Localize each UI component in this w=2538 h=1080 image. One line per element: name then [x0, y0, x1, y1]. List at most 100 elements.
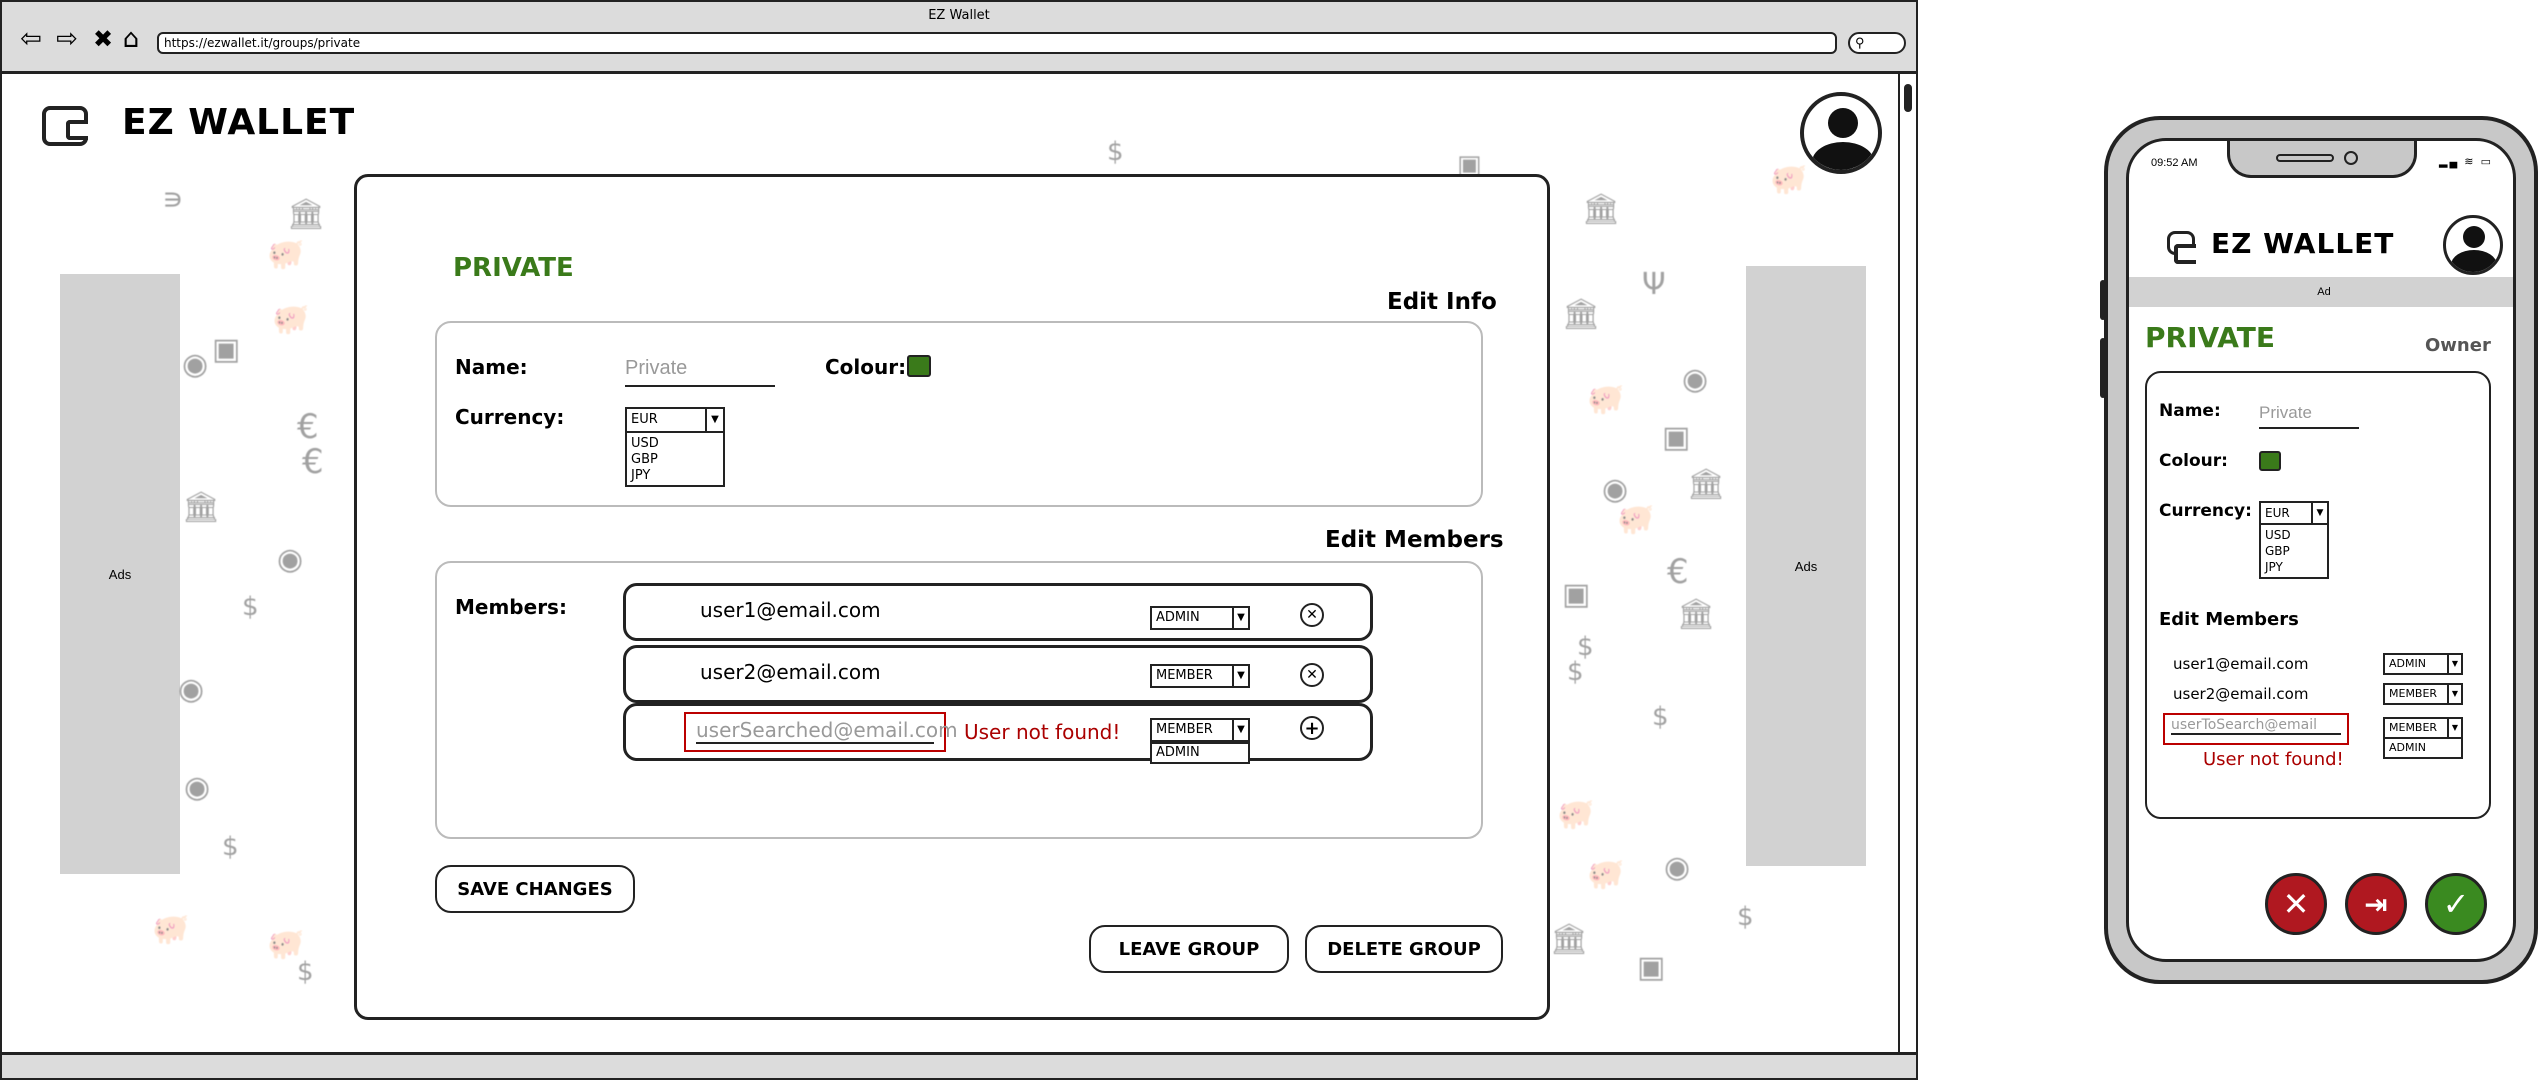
phone-user-avatar[interactable]	[2443, 215, 2503, 275]
phone-currency-label: Currency:	[2159, 501, 2252, 521]
member-role-select[interactable]: ADMIN ▼	[1150, 606, 1250, 630]
cancel-icon[interactable]: ✕	[2265, 873, 2327, 935]
phone-notch	[2227, 141, 2417, 178]
stop-icon[interactable]: ✖	[88, 24, 118, 54]
phone-name-input[interactable]: Private	[2259, 403, 2359, 429]
phone-colour-swatch[interactable]	[2259, 451, 2281, 471]
new-member-role-select[interactable]: MEMBER ▼	[1150, 718, 1250, 742]
phone-time: 09:52 AM	[2151, 157, 2198, 169]
scroll-thumb[interactable]	[1904, 84, 1912, 112]
new-member-role-value: MEMBER	[1156, 722, 1213, 737]
phone-user-not-found-error: User not found!	[2203, 749, 2344, 770]
phone-member-email: user1@email.com	[2173, 655, 2309, 673]
search-icon: ⚲	[1855, 35, 1865, 50]
phone-ad-banner[interactable]: Ad	[2129, 277, 2513, 307]
cash-doodle-icon: ▣	[1562, 577, 1591, 612]
edit-members-box: Members: user1@email.com ADMIN ▼ ✕ user2…	[435, 561, 1483, 839]
browser-search-box[interactable]: ⚲	[1848, 32, 1906, 54]
euro-doodle-icon: €	[297, 407, 319, 447]
bank-doodle-icon: 🏛	[182, 490, 221, 525]
edit-info-title: Edit Info	[1387, 289, 1497, 315]
save-changes-button[interactable]: SAVE CHANGES	[435, 865, 635, 913]
currency-options: USD GBP JPY	[625, 431, 725, 487]
back-icon[interactable]: ⇦	[16, 24, 46, 54]
coin-doodle-icon: ◉	[1682, 362, 1709, 397]
url-bar[interactable]: https://ezwallet.it/groups/private	[157, 32, 1837, 54]
currency-option[interactable]: USD	[631, 436, 723, 452]
euro-doodle-icon: €	[1667, 552, 1689, 592]
user-avatar[interactable]	[1800, 92, 1882, 174]
currency-label: Currency:	[455, 405, 565, 429]
phone-screen: 09:52 AM ▂▄ ≋ ▭ EZ WALLET Ad PRIVATE Own…	[2126, 138, 2516, 962]
piggy-doodle-icon: 🐖	[272, 302, 310, 337]
piggy-doodle-icon: 🐖	[1617, 502, 1655, 537]
phone-currency-selected: EUR	[2265, 506, 2290, 520]
currency-option[interactable]: JPY	[631, 468, 723, 484]
phone-edit-box: Name: Private Colour: Currency: EUR ▼ US…	[2145, 371, 2491, 819]
remove-member-icon[interactable]: ✕	[1300, 603, 1324, 627]
member-search-input[interactable]: userSearched@email.com	[684, 712, 958, 752]
member-search-row: userSearched@email.com User not found! M…	[623, 703, 1373, 764]
bank-doodle-icon: 🏛	[1687, 467, 1726, 502]
currency-option[interactable]: JPY	[2265, 559, 2327, 575]
piggy-doodle-icon: 🐖	[1557, 797, 1595, 832]
edit-info-box: Name: Private Colour: Currency: EUR ▼ US…	[435, 321, 1483, 507]
phone-member-role: ADMIN	[2389, 657, 2426, 670]
name-label: Name:	[455, 355, 528, 379]
cash-doodle-icon: ▣	[1637, 950, 1666, 985]
phone-member-email: user2@email.com	[2173, 685, 2309, 703]
member-email: user2@email.com	[700, 660, 881, 684]
phone-member-role-select[interactable]: ADMIN ▼	[2383, 653, 2463, 675]
home-icon[interactable]: ⌂	[116, 24, 146, 54]
phone-member-search-input[interactable]: userToSearch@email	[2163, 713, 2349, 745]
currency-option[interactable]: GBP	[631, 452, 723, 468]
bank-doodle-icon: 🏛	[1550, 922, 1589, 957]
vertical-scrollbar[interactable]	[1898, 74, 1916, 1054]
phone-role-options: ADMIN	[2383, 737, 2463, 759]
phone-new-member-role: MEMBER	[2389, 721, 2438, 734]
member-email: user1@email.com	[700, 598, 881, 622]
dollar-doodle-icon: $	[1567, 657, 1584, 687]
owner-badge: Owner	[2425, 335, 2491, 356]
delete-group-button[interactable]: DELETE GROUP	[1305, 925, 1503, 973]
bank-doodle-icon: 🏛	[1677, 597, 1716, 632]
phone-members-title: Edit Members	[2159, 609, 2299, 630]
psi-doodle-icon: Ψ	[1642, 267, 1666, 302]
member-row: user2@email.com MEMBER ▼ ✕	[623, 645, 1373, 703]
phone-role-option-admin[interactable]: ADMIN	[2389, 739, 2461, 757]
euro-doodle-icon: €	[302, 442, 324, 482]
remove-member-icon[interactable]: ✕	[1300, 663, 1324, 687]
piggy-doodle-icon: 🐖	[152, 912, 190, 947]
phone-currency-options: USD GBP JPY	[2259, 523, 2329, 579]
name-input[interactable]: Private	[625, 357, 775, 387]
phone-new-member-role-select[interactable]: MEMBER ▼	[2383, 717, 2463, 739]
chevron-down-icon: ▼	[1232, 720, 1248, 740]
add-member-icon[interactable]: +	[1300, 716, 1324, 740]
phone-currency-select[interactable]: EUR ▼	[2259, 501, 2329, 525]
currency-select[interactable]: EUR ▼	[625, 407, 725, 433]
user-not-found-error: User not found!	[964, 720, 1121, 744]
members-label: Members:	[455, 595, 567, 619]
cash-doodle-icon: ▣	[212, 332, 241, 367]
member-role-select[interactable]: MEMBER ▼	[1150, 664, 1250, 688]
ads-right[interactable]: Ads	[1746, 266, 1866, 866]
leave-group-icon[interactable]: ⇥	[2345, 873, 2407, 935]
colour-swatch[interactable]	[907, 355, 931, 377]
forward-icon[interactable]: ⇨	[52, 24, 82, 54]
chevron-down-icon: ▼	[1232, 666, 1248, 686]
chevron-down-icon: ▼	[705, 409, 723, 431]
horizontal-scrollbar[interactable]	[2, 1052, 1916, 1078]
role-options: ADMIN	[1150, 742, 1250, 764]
confirm-icon[interactable]: ✓	[2425, 873, 2487, 935]
role-option-admin[interactable]: ADMIN	[1156, 744, 1248, 762]
currency-option[interactable]: USD	[2265, 527, 2327, 543]
chevron-down-icon: ▼	[2311, 503, 2327, 523]
coin-doodle-icon: ◉	[277, 542, 304, 577]
bank-doodle-icon: 🏛	[1562, 297, 1601, 332]
ads-left[interactable]: Ads	[60, 274, 180, 874]
leave-group-button[interactable]: LEAVE GROUP	[1089, 925, 1289, 973]
piggy-doodle-icon: 🐖	[267, 237, 305, 272]
bank-doodle-icon: 🏛	[287, 197, 326, 232]
phone-member-role-select[interactable]: MEMBER ▼	[2383, 683, 2463, 705]
currency-option[interactable]: GBP	[2265, 543, 2327, 559]
